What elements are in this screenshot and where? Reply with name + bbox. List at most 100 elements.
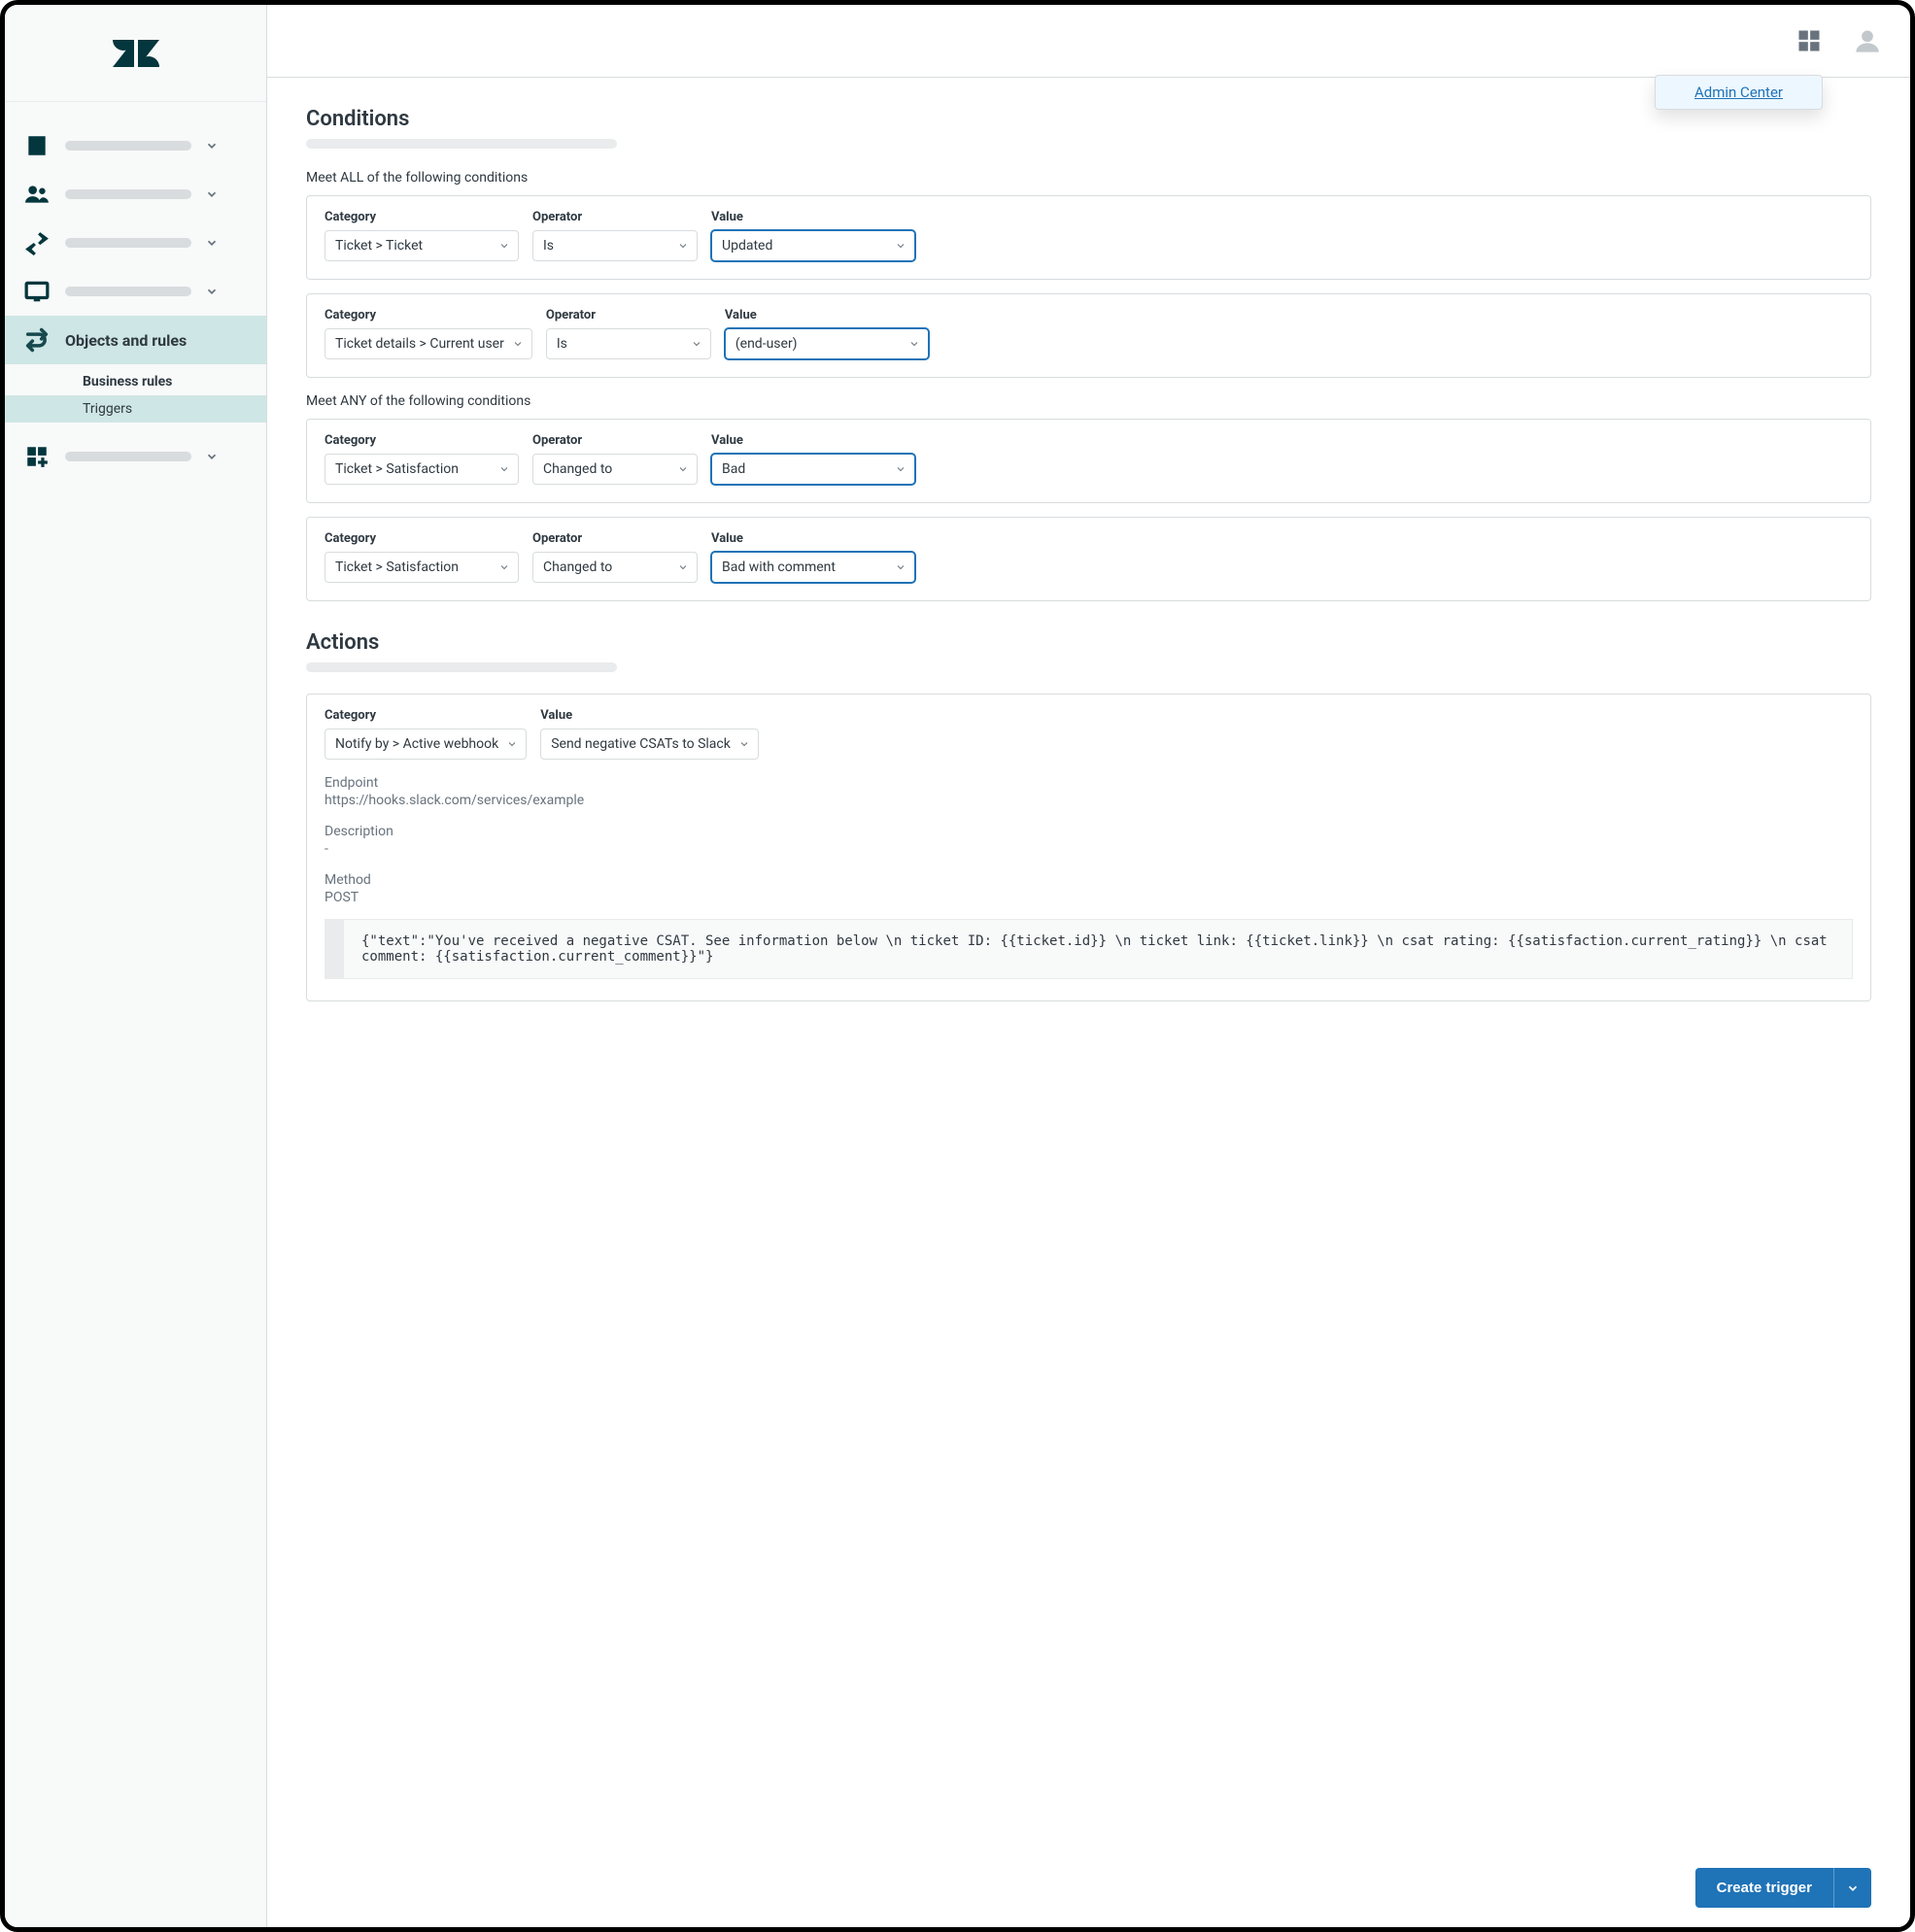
nav-label: Objects and rules bbox=[65, 331, 187, 350]
label-value: Value bbox=[711, 210, 915, 224]
sub-nav: Business rules Triggers bbox=[5, 364, 266, 432]
label-operator: Operator bbox=[532, 210, 698, 224]
all-conditions-label: Meet ALL of the following conditions bbox=[306, 170, 1871, 186]
endpoint-block: Endpoint https://hooks.slack.com/service… bbox=[325, 775, 1853, 808]
chevron-down-icon bbox=[498, 463, 510, 475]
nav-list: Objects and rules Business rules Trigger… bbox=[5, 102, 266, 500]
any-conditions-label: Meet ANY of the following conditions bbox=[306, 393, 1871, 409]
chevron-down-icon bbox=[895, 240, 906, 252]
label-operator: Operator bbox=[532, 531, 698, 546]
label-operator: Operator bbox=[546, 308, 711, 322]
section-placeholder bbox=[306, 139, 617, 149]
chevron-down-icon bbox=[512, 338, 524, 350]
sidebar: Objects and rules Business rules Trigger… bbox=[5, 5, 267, 1927]
method-block: Method POST bbox=[325, 872, 1853, 905]
label-operator: Operator bbox=[532, 433, 698, 448]
condition-row: Category Ticket > Ticket Operator Is bbox=[306, 195, 1871, 280]
description-block: Description - bbox=[325, 824, 1853, 857]
description-value: - bbox=[325, 841, 1853, 857]
chevron-down-icon bbox=[498, 561, 510, 573]
chevron-down-icon bbox=[205, 139, 219, 153]
method-value: POST bbox=[325, 890, 1853, 905]
nav-item-apps[interactable] bbox=[5, 432, 266, 481]
sub-nav-triggers[interactable]: Triggers bbox=[5, 395, 266, 423]
admin-center-link[interactable]: Admin Center bbox=[1694, 84, 1783, 101]
monitor-icon bbox=[22, 277, 51, 306]
nav-placeholder bbox=[65, 287, 191, 296]
select-action-category[interactable]: Notify by > Active webhook bbox=[325, 729, 527, 760]
topbar bbox=[267, 5, 1910, 78]
nav-item-objects-rules[interactable]: Objects and rules bbox=[5, 316, 266, 364]
label-category: Category bbox=[325, 433, 519, 448]
chevron-down-icon bbox=[205, 450, 219, 463]
nav-item-people[interactable] bbox=[5, 170, 266, 219]
select-operator[interactable]: Changed to bbox=[532, 552, 698, 583]
select-action-value[interactable]: Send negative CSATs to Slack bbox=[540, 729, 759, 760]
select-category[interactable]: Ticket > Satisfaction bbox=[325, 454, 519, 485]
select-value[interactable]: Bad bbox=[711, 454, 915, 485]
nav-item-account[interactable] bbox=[5, 121, 266, 170]
arrows-icon bbox=[22, 228, 51, 257]
endpoint-label: Endpoint bbox=[325, 775, 1853, 791]
condition-row: Category Ticket details > Current user O… bbox=[306, 293, 1871, 378]
action-card: Category Notify by > Active webhook Valu… bbox=[306, 694, 1871, 1001]
chevron-down-icon bbox=[677, 561, 689, 573]
select-value[interactable]: (end-user) bbox=[725, 328, 929, 359]
select-operator[interactable]: Changed to bbox=[532, 454, 698, 485]
chevron-down-icon bbox=[205, 236, 219, 250]
chevron-down-icon bbox=[691, 338, 702, 350]
chevron-down-icon bbox=[498, 240, 510, 252]
chevron-down-icon bbox=[205, 187, 219, 201]
nav-placeholder bbox=[65, 238, 191, 248]
select-category[interactable]: Ticket > Ticket bbox=[325, 230, 519, 261]
footer-actions: Create trigger bbox=[1695, 1868, 1871, 1908]
chevron-down-icon bbox=[506, 738, 518, 750]
label-value: Value bbox=[711, 433, 915, 448]
chevron-down-icon bbox=[677, 240, 689, 252]
user-icon[interactable] bbox=[1854, 27, 1881, 54]
label-value: Value bbox=[540, 708, 759, 723]
nav-item-workspaces[interactable] bbox=[5, 267, 266, 316]
products-icon[interactable] bbox=[1795, 27, 1823, 54]
chevron-down-icon bbox=[1846, 1881, 1860, 1895]
label-category: Category bbox=[325, 308, 532, 322]
select-category[interactable]: Ticket details > Current user bbox=[325, 328, 532, 359]
nav-placeholder bbox=[65, 141, 191, 151]
nav-item-channels[interactable] bbox=[5, 219, 266, 267]
label-category: Category bbox=[325, 210, 519, 224]
actions-title: Actions bbox=[306, 630, 1871, 655]
main: Admin Center Conditions Meet ALL of the … bbox=[267, 5, 1910, 1927]
nav-placeholder bbox=[65, 189, 191, 199]
zendesk-logo-icon bbox=[111, 28, 161, 79]
logo bbox=[5, 5, 266, 102]
label-category: Category bbox=[325, 708, 527, 723]
select-operator[interactable]: Is bbox=[532, 230, 698, 261]
conditions-title: Conditions bbox=[306, 107, 1871, 131]
select-category[interactable]: Ticket > Satisfaction bbox=[325, 552, 519, 583]
label-value: Value bbox=[711, 531, 915, 546]
flow-icon bbox=[22, 325, 51, 355]
nav-placeholder bbox=[65, 452, 191, 461]
chevron-down-icon bbox=[677, 463, 689, 475]
select-value[interactable]: Updated bbox=[711, 230, 915, 261]
chevron-down-icon bbox=[895, 561, 906, 573]
label-category: Category bbox=[325, 531, 519, 546]
section-placeholder bbox=[306, 662, 617, 672]
create-trigger-dropdown[interactable] bbox=[1833, 1868, 1871, 1908]
select-value[interactable]: Bad with comment bbox=[711, 552, 915, 583]
condition-row: Category Ticket > Satisfaction Operator … bbox=[306, 419, 1871, 503]
people-icon bbox=[22, 180, 51, 209]
label-value: Value bbox=[725, 308, 929, 322]
sub-nav-heading: Business rules bbox=[5, 368, 266, 395]
condition-row: Category Ticket > Satisfaction Operator … bbox=[306, 517, 1871, 601]
select-operator[interactable]: Is bbox=[546, 328, 711, 359]
description-label: Description bbox=[325, 824, 1853, 839]
chevron-down-icon bbox=[895, 463, 906, 475]
products-dropdown: Admin Center bbox=[1655, 75, 1823, 110]
apps-icon bbox=[22, 442, 51, 471]
webhook-body[interactable]: {"text":"You've received a negative CSAT… bbox=[325, 919, 1853, 979]
building-icon bbox=[22, 131, 51, 160]
create-trigger-button[interactable]: Create trigger bbox=[1695, 1868, 1833, 1908]
endpoint-value: https://hooks.slack.com/services/example bbox=[325, 793, 1853, 808]
content: Conditions Meet ALL of the following con… bbox=[267, 78, 1910, 1112]
